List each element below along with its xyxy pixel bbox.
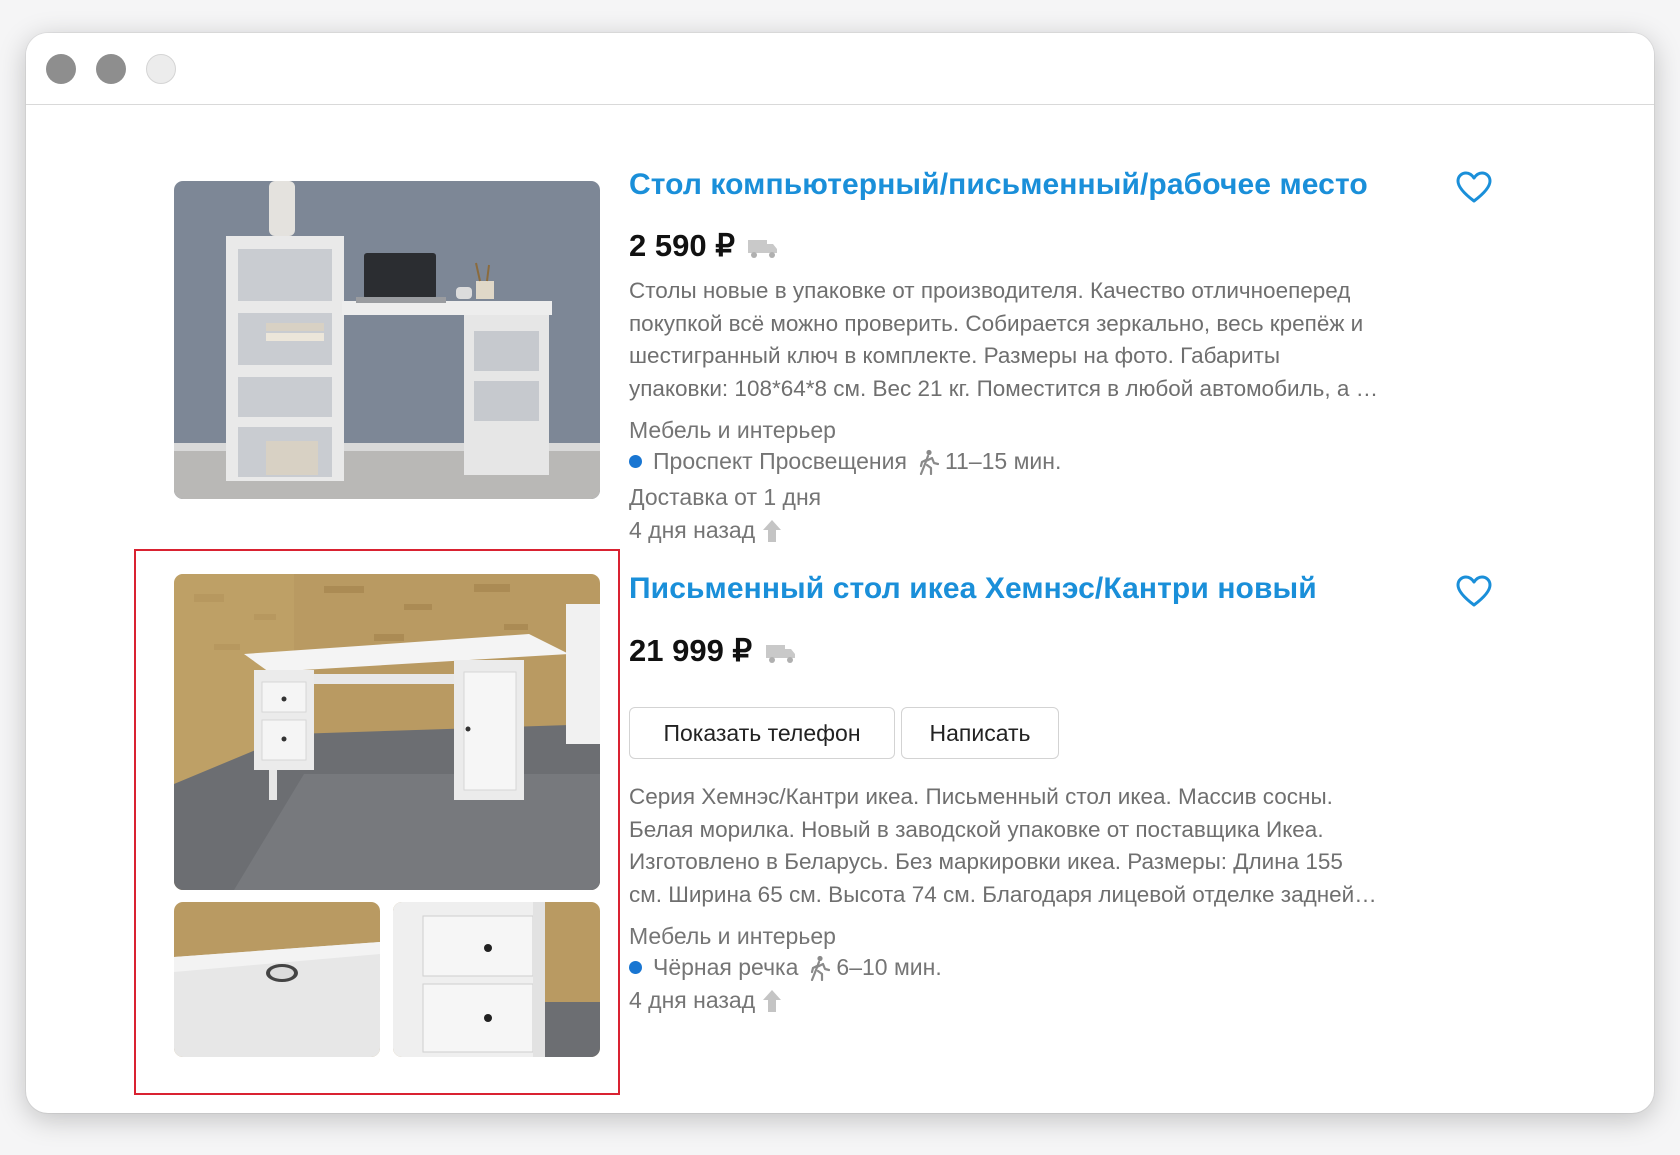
zoom-window-button[interactable] xyxy=(146,54,176,84)
metro-location: Чёрная речка 6–10 мин. xyxy=(629,954,942,981)
description-line: упаковки: 108*64*8 см. Вес 21 кг. Помест… xyxy=(629,375,1379,401)
walk-time: 6–10 мин. xyxy=(836,954,942,980)
description-line: покупкой всё можно проверить. Собирается… xyxy=(629,310,1364,336)
description-line: шестигранный ключ в комплекте. Размеры н… xyxy=(629,343,1281,368)
metro-station: Чёрная речка xyxy=(653,954,799,980)
truck-icon xyxy=(747,237,779,259)
truck-icon xyxy=(765,642,797,664)
walk-icon xyxy=(917,449,940,475)
listing-photo[interactable] xyxy=(174,181,600,499)
listing-category: Мебель и интерьер xyxy=(629,417,836,443)
white-desk-shelf-photo xyxy=(174,181,600,499)
metro-dot-icon xyxy=(629,455,642,468)
description-line: Столы новые в упаковке от производителя.… xyxy=(629,278,1351,303)
listing-date: 4 дня назад xyxy=(629,987,783,1014)
minimize-window-button[interactable] xyxy=(96,54,126,84)
listing-photo-thumb[interactable] xyxy=(174,902,380,1057)
heart-icon[interactable] xyxy=(1456,575,1492,609)
browser-window: Стол компьютерный/письменный/рабочее мес… xyxy=(26,33,1654,1113)
desk-surface-hole-photo xyxy=(174,902,380,1057)
description-line: Белая морилка. Новый в заводской упаковк… xyxy=(629,816,1324,842)
arrow-up-icon xyxy=(761,988,783,1014)
desk-drawers-photo xyxy=(393,902,600,1057)
arrow-up-icon xyxy=(761,518,783,544)
listing-description: Серия Хемнэс/Кантри икеа. Письменный сто… xyxy=(629,781,1479,911)
metro-location: Проспект Просвещения 11–15 мин. xyxy=(629,448,1061,475)
walk-icon xyxy=(808,955,831,981)
close-window-button[interactable] xyxy=(46,54,76,84)
delivery-info: Доставка от 1 дня xyxy=(629,484,822,510)
description-line: см. Ширина 65 см. Высота 74 см. Благодар… xyxy=(629,881,1377,907)
date-text: 4 дня назад xyxy=(629,987,756,1013)
metro-dot-icon xyxy=(629,961,642,974)
listing-title[interactable]: Стол компьютерный/письменный/рабочее мес… xyxy=(629,168,1368,202)
listing-description: Столы новые в упаковке от производителя.… xyxy=(629,275,1479,405)
date-text: 4 дня назад xyxy=(629,517,756,543)
show-phone-button[interactable]: Показать телефон xyxy=(629,707,895,759)
write-message-button[interactable]: Написать xyxy=(901,707,1059,759)
heart-icon[interactable] xyxy=(1456,171,1492,205)
listing-category: Мебель и интерьер xyxy=(629,923,836,949)
description-line: Серия Хемнэс/Кантри икеа. Письменный сто… xyxy=(629,784,1333,809)
ikea-desk-photo xyxy=(174,574,600,890)
window-titlebar xyxy=(26,33,1654,105)
listing-date: 4 дня назад xyxy=(629,517,783,544)
listing-price: 2 590 ₽ xyxy=(629,228,735,263)
listing-photo-thumb[interactable] xyxy=(393,902,600,1057)
listing-price: 21 999 ₽ xyxy=(629,633,753,668)
description-line: Изготовлено в Беларусь. Без маркировки и… xyxy=(629,849,1343,874)
walk-time: 11–15 мин. xyxy=(944,448,1062,474)
metro-station: Проспект Просвещения xyxy=(653,448,907,474)
listing-title[interactable]: Письменный стол икеа Хемнэс/Кантри новый xyxy=(629,572,1317,606)
listing-photo-main[interactable] xyxy=(174,574,600,890)
